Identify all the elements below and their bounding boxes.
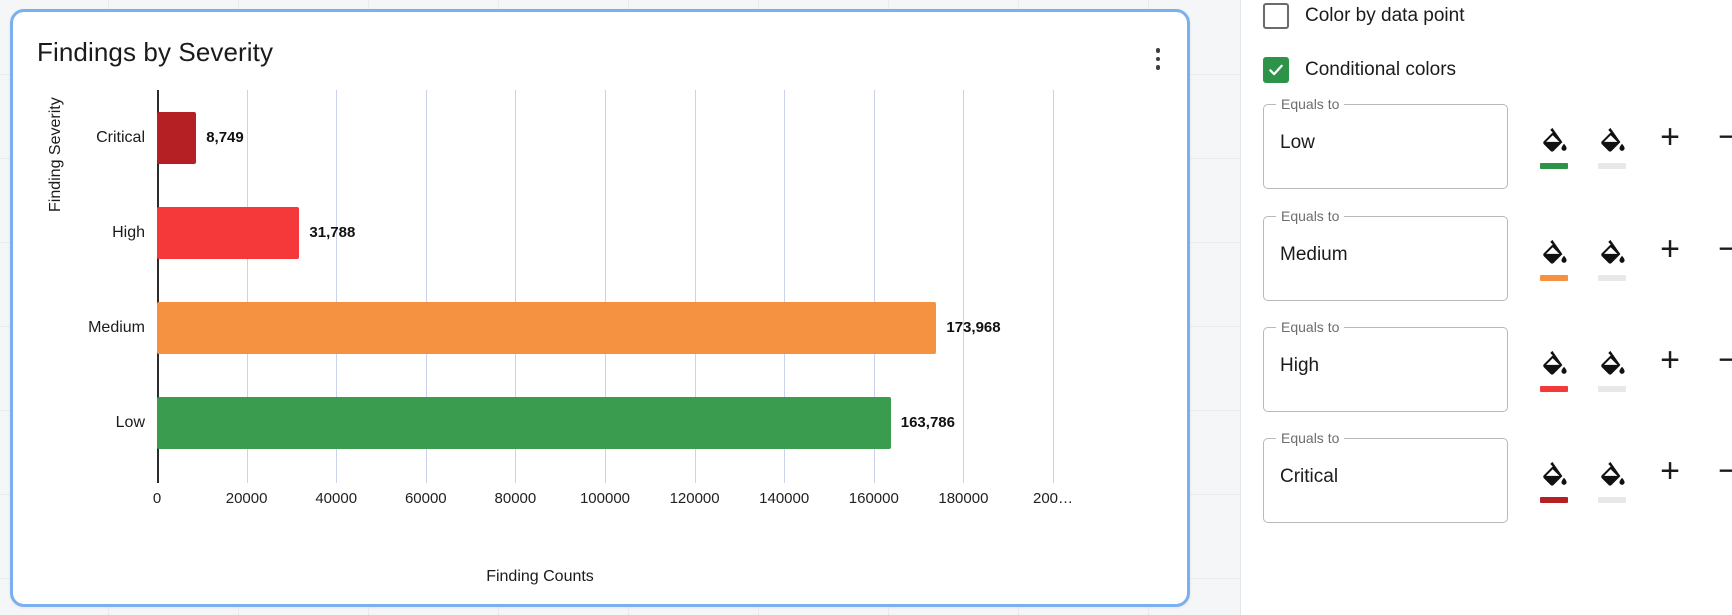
equals-to-legend: Equals to bbox=[1276, 319, 1345, 335]
bar-value-label: 8,749 bbox=[206, 129, 244, 146]
x-axis-title: Finding Counts bbox=[486, 568, 594, 585]
equals-to-value: High bbox=[1280, 355, 1320, 376]
checkbox-label: Conditional colors bbox=[1305, 59, 1457, 80]
text-color-swatch bbox=[1598, 497, 1626, 503]
checkbox-row[interactable]: Conditional colors bbox=[1263, 57, 1456, 83]
background-color-swatch bbox=[1540, 386, 1568, 392]
bar[interactable] bbox=[157, 206, 300, 259]
remove-rule-button[interactable]: − bbox=[1711, 120, 1732, 156]
add-rule-button[interactable]: + bbox=[1653, 120, 1687, 156]
text-color-swatch bbox=[1598, 386, 1626, 392]
background-color-button[interactable] bbox=[1535, 126, 1573, 172]
bar-row[interactable]: High 31,788 bbox=[112, 206, 356, 259]
x-gridline bbox=[1053, 90, 1054, 483]
background-color-button[interactable] bbox=[1535, 460, 1573, 506]
remove-rule-button[interactable]: − bbox=[1711, 454, 1732, 490]
equals-to-field[interactable]: Equals to Low bbox=[1263, 96, 1508, 189]
paint-bucket-icon bbox=[1540, 238, 1568, 271]
equals-to-value: Critical bbox=[1280, 466, 1339, 487]
text-color-button[interactable] bbox=[1593, 126, 1631, 172]
text-color-button[interactable] bbox=[1593, 349, 1631, 395]
background-color-swatch bbox=[1540, 497, 1568, 503]
paint-bucket-icon bbox=[1598, 349, 1626, 382]
x-axis-tick-label: 120000 bbox=[669, 490, 720, 507]
checkbox-checked-icon[interactable] bbox=[1263, 57, 1289, 83]
x-axis-tick-label: 20000 bbox=[225, 490, 268, 507]
equals-to-legend: Equals to bbox=[1276, 96, 1345, 112]
text-color-swatch bbox=[1598, 275, 1626, 281]
conditional-color-rule-row: Equals to High + − bbox=[1241, 319, 1732, 413]
paint-bucket-icon bbox=[1540, 460, 1568, 493]
equals-to-field[interactable]: Equals to Critical bbox=[1263, 430, 1508, 523]
paint-bucket-icon bbox=[1540, 349, 1568, 382]
paint-bucket-icon bbox=[1598, 126, 1626, 159]
bar-row[interactable]: Low 163,786 bbox=[116, 396, 955, 449]
plot-area: 0 20000 40000 60000 80000 100000 120000 140000 1… bbox=[88, 90, 1073, 507]
x-axis-tick-label: 0 bbox=[152, 490, 162, 507]
conditional-color-rule-row: Equals to Critical + − bbox=[1241, 430, 1732, 524]
remove-rule-button[interactable]: − bbox=[1711, 232, 1732, 268]
x-axis-tick-label: 100000 bbox=[579, 490, 631, 507]
equals-to-field[interactable]: Equals to High bbox=[1263, 319, 1508, 412]
paint-bucket-icon bbox=[1598, 460, 1626, 493]
background-color-button[interactable] bbox=[1535, 238, 1573, 284]
background-color-swatch bbox=[1540, 163, 1568, 169]
bar-value-label: 31,788 bbox=[309, 224, 356, 241]
equals-to-value: Low bbox=[1280, 132, 1315, 153]
y-axis-title: Finding Severity bbox=[47, 97, 64, 212]
findings-by-severity-card[interactable]: Findings by Severity Finding Severity 02… bbox=[10, 9, 1190, 607]
x-gridline bbox=[963, 90, 965, 483]
bar-value-label: 163,786 bbox=[900, 414, 955, 431]
x-axis-tick-label: 80000 bbox=[494, 490, 537, 507]
bar[interactable] bbox=[157, 301, 937, 354]
x-axis-tick-label: 180000 bbox=[938, 490, 989, 507]
bar-value-label: 173,968 bbox=[946, 319, 1001, 336]
background-color-button[interactable] bbox=[1535, 349, 1573, 395]
chart-format-panel: Color by data point Conditional colors Equ… bbox=[1240, 0, 1732, 615]
y-axis-tick-label: Critical bbox=[96, 128, 145, 146]
equals-to-value: Medium bbox=[1280, 244, 1348, 265]
equals-to-field[interactable]: Equals to Medium bbox=[1263, 208, 1508, 301]
bar-row[interactable]: Critical 8,749 bbox=[96, 111, 244, 164]
x-axis-tick-label: 200… bbox=[1032, 490, 1074, 507]
add-rule-button[interactable]: + bbox=[1653, 343, 1687, 379]
conditional-color-rule-row: Equals to Medium + − bbox=[1241, 208, 1732, 302]
add-rule-button[interactable]: + bbox=[1653, 454, 1687, 490]
x-axis-tick-label: 140000 bbox=[759, 490, 810, 507]
equals-to-legend: Equals to bbox=[1276, 208, 1345, 224]
paint-bucket-icon bbox=[1598, 238, 1626, 271]
equals-to-legend: Equals to bbox=[1276, 430, 1345, 446]
y-axis-tick-label: Low bbox=[115, 413, 145, 431]
checkbox-label: Color by data point bbox=[1305, 5, 1465, 26]
chart-plot-wrapper: Finding Severity 0 20000 40000 60000 80000 10… bbox=[13, 12, 1187, 604]
checkbox-unchecked-icon[interactable] bbox=[1263, 3, 1289, 29]
bar-row[interactable]: Medium 173,968 bbox=[88, 301, 1001, 354]
checkbox-row[interactable]: Color by data point bbox=[1263, 3, 1465, 29]
bar[interactable] bbox=[157, 111, 197, 164]
text-color-swatch bbox=[1598, 163, 1626, 169]
bar[interactable] bbox=[157, 396, 891, 449]
y-axis-tick-label: High bbox=[112, 223, 145, 241]
conditional-color-rule-row: Equals to Low + − bbox=[1241, 96, 1732, 190]
y-axis-tick-label: Medium bbox=[88, 318, 145, 336]
text-color-button[interactable] bbox=[1593, 238, 1631, 284]
x-axis-tick-label: 60000 bbox=[404, 490, 447, 507]
x-axis-tick-label: 160000 bbox=[848, 490, 899, 507]
paint-bucket-icon bbox=[1540, 126, 1568, 159]
x-axis-tick-label: 40000 bbox=[315, 490, 358, 507]
text-color-button[interactable] bbox=[1593, 460, 1631, 506]
add-rule-button[interactable]: + bbox=[1653, 232, 1687, 268]
remove-rule-button[interactable]: − bbox=[1711, 343, 1732, 379]
background-color-swatch bbox=[1540, 275, 1568, 281]
screen-root: Findings by Severity Finding Severity 02… bbox=[0, 0, 1732, 615]
